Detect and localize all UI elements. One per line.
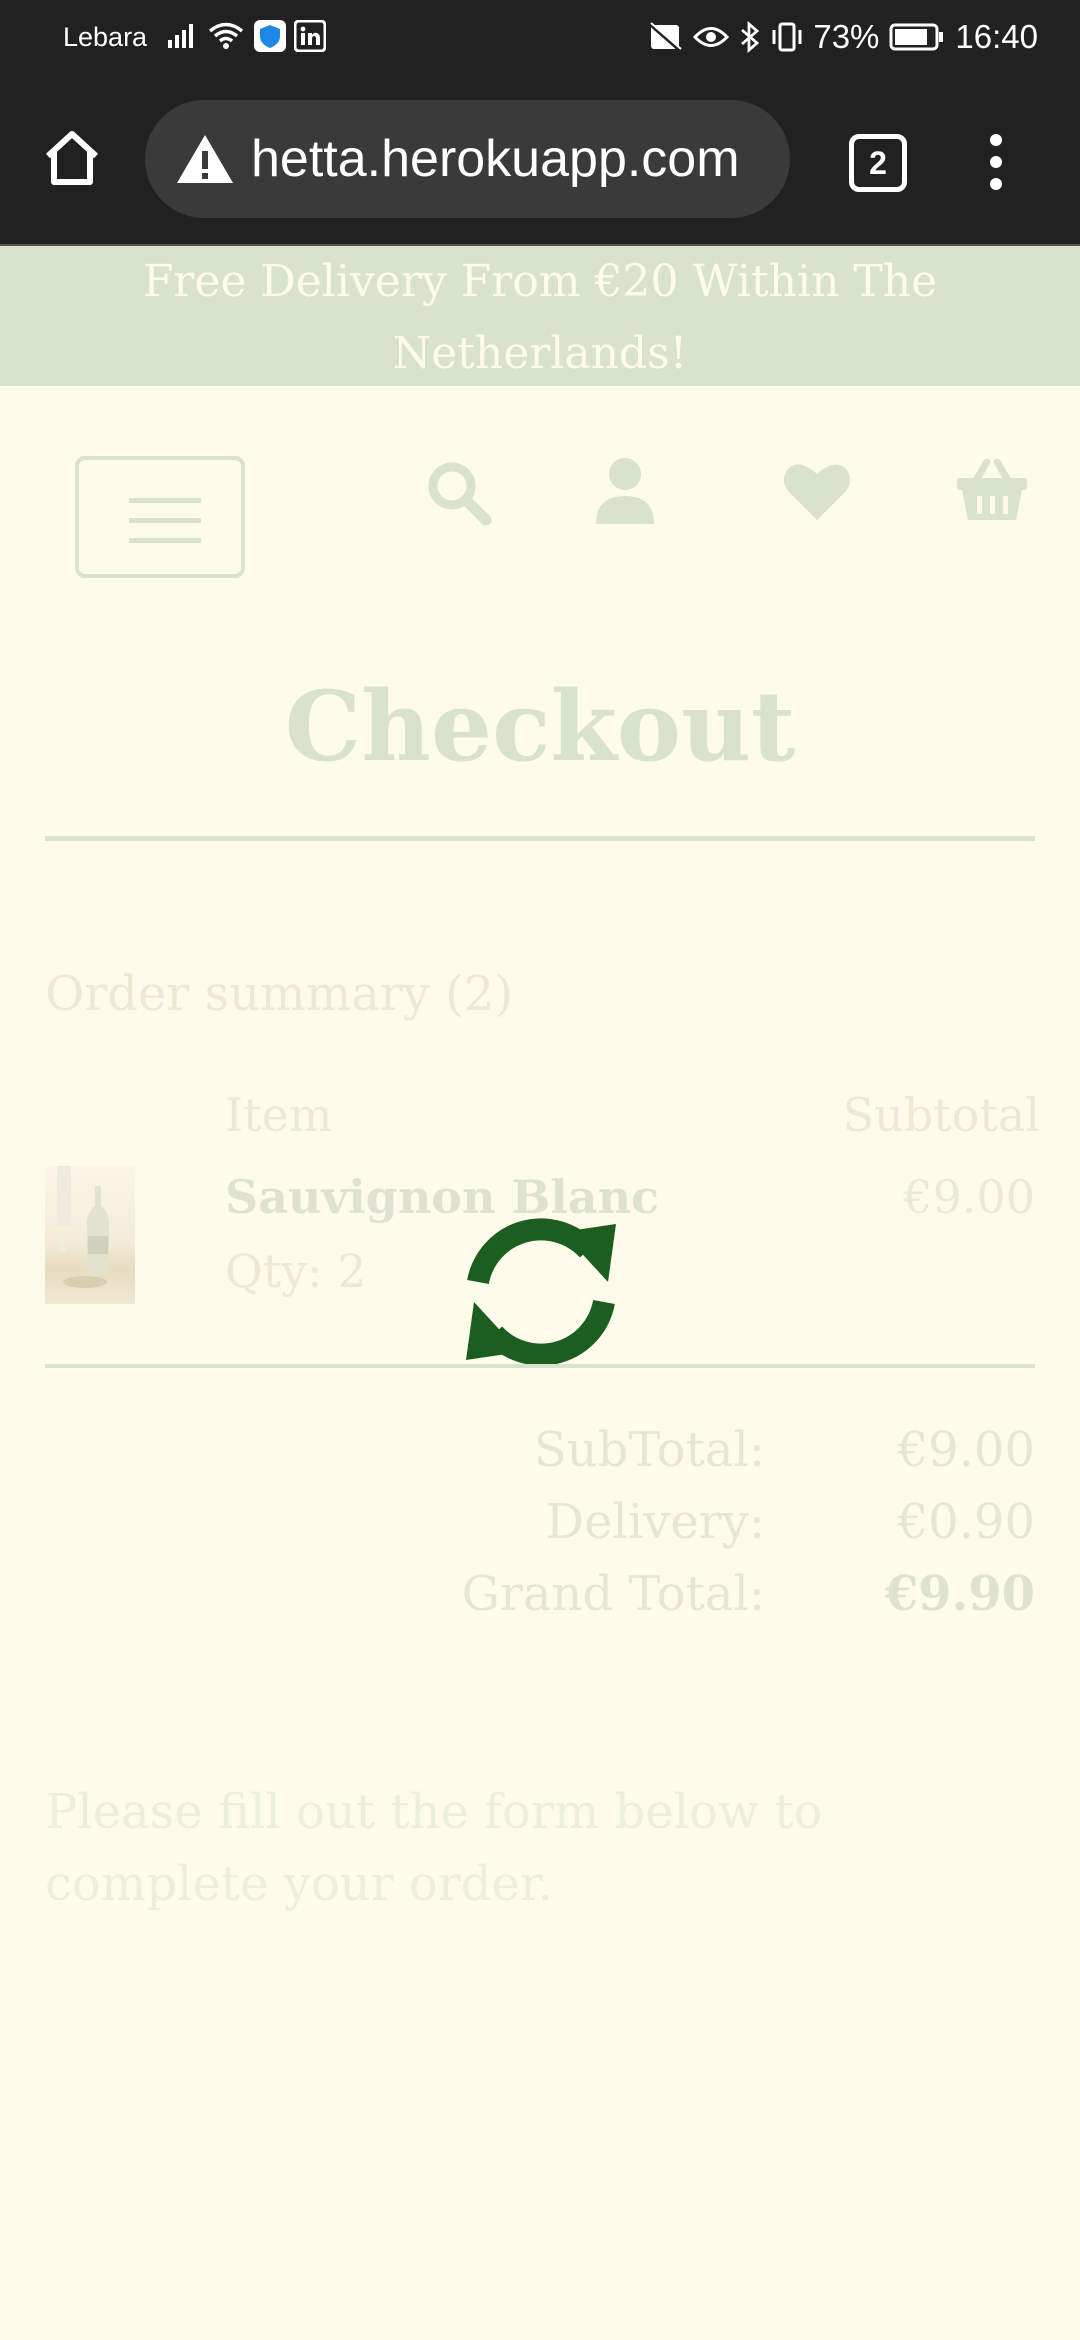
banner-line-1: Free Delivery From €20 Within The (142, 256, 938, 307)
wifi-icon (208, 22, 244, 49)
warning-icon[interactable] (175, 133, 235, 185)
browser-toolbar: hetta.herokuapp.com 2 (0, 76, 1080, 246)
carrier-label: Lebara (63, 22, 148, 52)
column-item-header: Item (225, 1088, 333, 1142)
column-subtotal-header: Subtotal (842, 1088, 1040, 1142)
no-sim-icon (648, 21, 683, 53)
refresh-spinner-icon (466, 1218, 616, 1366)
linkedin-icon (294, 20, 326, 52)
promo-banner: Free Delivery From €20 Within The Nether… (0, 246, 1080, 386)
search-icon[interactable] (424, 458, 494, 528)
product-subtotal: €9.00 (903, 1170, 1035, 1224)
status-bar: Lebara 73% 16:40 (0, 0, 1080, 76)
heart-icon[interactable] (782, 460, 852, 522)
grand-total-label: Grand Total: (461, 1566, 765, 1622)
battery-percent: 73% (813, 18, 880, 55)
bluetooth-icon (741, 21, 760, 53)
menu-dots-icon[interactable] (984, 132, 1008, 192)
status-right: 73% 16:40 (647, 18, 1038, 56)
subtotal-label: SubTotal: (533, 1422, 765, 1478)
battery-icon (889, 23, 944, 51)
product-quantity: Qty: 2 (225, 1244, 367, 1298)
product-name: Sauvignon Blanc (225, 1170, 660, 1224)
title-divider (45, 836, 1035, 841)
vibrate-icon (772, 22, 802, 52)
url-text: hetta.herokuapp.com (251, 130, 740, 188)
signal-icon (168, 24, 193, 48)
tabs-count-button[interactable]: 2 (849, 134, 907, 192)
product-thumbnail (45, 1166, 135, 1304)
page-title: Checkout (284, 670, 796, 783)
grand-total-value: €9.90 (884, 1566, 1035, 1622)
user-icon[interactable] (594, 456, 656, 524)
status-left-icons (166, 20, 326, 52)
subtotal-value: €9.00 (897, 1422, 1035, 1478)
clock: 16:40 (955, 18, 1038, 55)
items-divider (45, 1364, 1035, 1368)
eye-icon (693, 27, 730, 47)
home-icon[interactable] (40, 126, 104, 190)
shield-icon (254, 20, 286, 52)
banner-line-2: Netherlands! (392, 328, 688, 379)
order-summary-heading: Order summary (2) (45, 966, 514, 1022)
delivery-value: €0.90 (897, 1494, 1035, 1550)
basket-icon[interactable] (955, 458, 1029, 522)
nav-toggle-button[interactable] (75, 456, 245, 578)
form-instructions: Please fill out the form below to comple… (45, 1784, 823, 1912)
wine-bottle-image (57, 1166, 109, 1288)
url-bar[interactable]: hetta.herokuapp.com (145, 100, 790, 218)
delivery-label: Delivery: (545, 1494, 765, 1550)
